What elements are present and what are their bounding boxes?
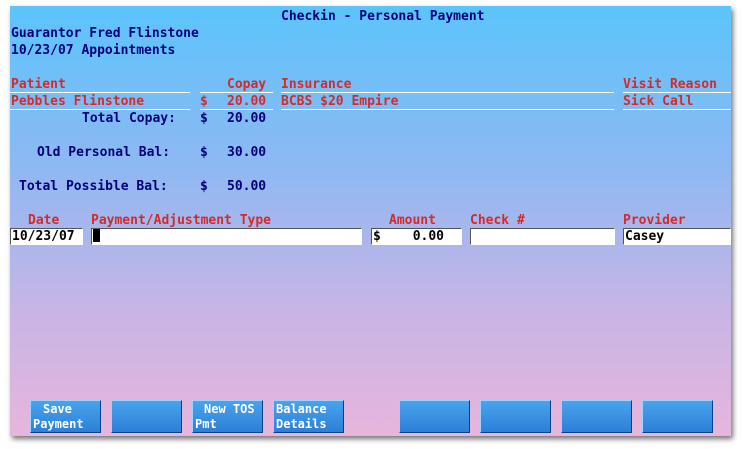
- payment-check-header: Check #: [470, 213, 525, 228]
- payment-amount-header: Amount: [389, 213, 436, 228]
- insurance-header: Insurance: [281, 77, 352, 92]
- payment-date-header: Date: [28, 213, 60, 228]
- payment-type-header: Payment/Adjustment Type: [91, 213, 272, 228]
- visit-copay[interactable]: 20.00: [227, 93, 266, 110]
- payment-amount-currency: $: [373, 229, 381, 244]
- old-personal-bal-value: 30.00: [227, 145, 267, 160]
- total-copay-label: Total Copay:: [82, 111, 176, 126]
- fkey-6-button[interactable]: [480, 400, 551, 433]
- fkey-label-line1: Balance: [276, 402, 327, 416]
- check-number-field[interactable]: [470, 228, 615, 245]
- fkey-label-line2: Details: [276, 417, 327, 431]
- patient-header: Patient: [11, 77, 66, 92]
- fkey-label-line2: Pmt: [195, 417, 217, 431]
- fkey-label-line1: New TOS: [204, 402, 255, 416]
- balance-details-button[interactable]: Balance Details: [273, 400, 344, 433]
- old-personal-bal-label: Old Personal Bal:: [37, 145, 171, 160]
- visit-reason-header: Visit Reason: [623, 77, 717, 92]
- save-payment-button[interactable]: Save Payment: [30, 400, 101, 433]
- fkey-7-button[interactable]: [561, 400, 632, 433]
- fkey-label-line2: Payment: [33, 417, 84, 431]
- fkey-5-button[interactable]: [399, 400, 470, 433]
- total-possible-bal-label: Total Possible Bal:: [19, 179, 168, 194]
- text-cursor: [93, 229, 100, 242]
- total-possible-bal-currency: $: [200, 179, 208, 194]
- fkey-label-line1: Save: [43, 402, 72, 416]
- guarantor-label: Guarantor Fred Flinstone: [11, 26, 199, 41]
- appointments-label: 10/23/07 Appointments: [11, 43, 176, 58]
- visit-reason-underline: [623, 109, 731, 110]
- visit-insurance[interactable]: BCBS $20 Empire: [281, 93, 398, 110]
- total-copay-value: 20.00: [227, 111, 267, 126]
- visit-copay-currency: $: [200, 94, 208, 109]
- visit-insurance-underline: [281, 109, 614, 110]
- visit-patient[interactable]: Pebbles Flinstone: [11, 93, 144, 110]
- new-tos-pmt-button[interactable]: New TOS Pmt: [192, 400, 263, 433]
- payment-amount-field[interactable]: $0.00: [371, 228, 462, 245]
- provider-field[interactable]: Casey: [623, 228, 731, 245]
- payment-amount-value: 0.00: [412, 229, 444, 244]
- total-possible-bal-value: 50.00: [227, 179, 267, 194]
- payment-provider-header: Provider: [623, 213, 686, 228]
- fkey-8-button[interactable]: [642, 400, 713, 433]
- payment-type-field[interactable]: [91, 228, 362, 245]
- old-personal-bal-currency: $: [200, 145, 208, 160]
- payment-date-field[interactable]: 10/23/07: [10, 228, 83, 245]
- fkey-2-button[interactable]: [111, 400, 182, 433]
- visit-reason[interactable]: Sick Call: [623, 93, 693, 110]
- copay-header: Copay: [227, 77, 267, 92]
- total-copay-currency: $: [200, 111, 208, 126]
- screen-title: Checkin - Personal Payment: [281, 9, 485, 24]
- checkin-screen: Checkin - Personal Payment Guarantor Fre…: [10, 6, 731, 436]
